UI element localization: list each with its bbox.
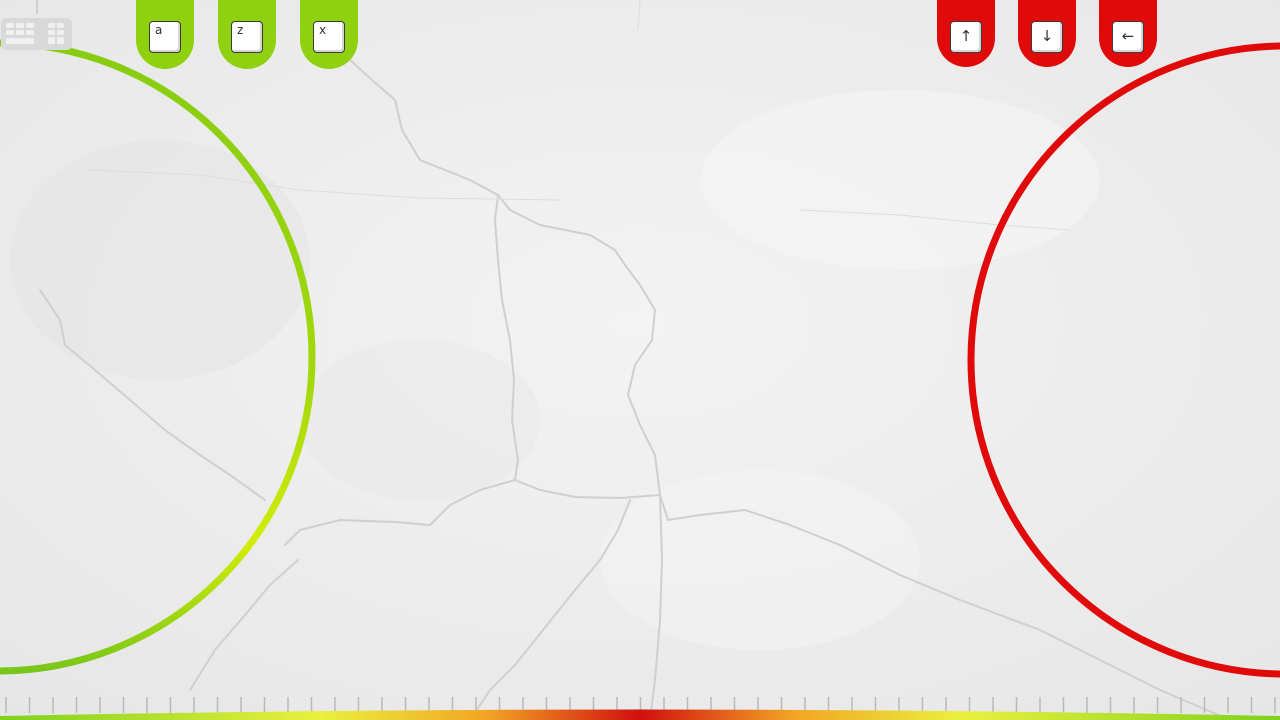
arrow-down-key-icon: ↓: [1031, 21, 1063, 53]
key-z-icon: z: [231, 21, 263, 53]
right-key-tab-up[interactable]: ↑: [937, 0, 995, 67]
keyboard-icon[interactable]: [0, 0, 73, 52]
arrow-left-key-icon: ←: [1112, 21, 1144, 53]
key-x-icon: x: [313, 21, 345, 53]
left-key-tab-a[interactable]: a: [136, 0, 194, 69]
game-stage[interactable]: a z x ↑ ↓ ←: [0, 0, 1280, 720]
left-key-tab-x[interactable]: x: [300, 0, 358, 69]
right-key-tab-down[interactable]: ↓: [1018, 0, 1076, 67]
left-key-tab-z[interactable]: z: [218, 0, 276, 69]
concrete-background: [0, 0, 1280, 720]
key-a-icon: a: [149, 21, 181, 53]
arrow-up-key-icon: ↑: [950, 21, 982, 53]
right-key-tab-left[interactable]: ←: [1099, 0, 1157, 67]
